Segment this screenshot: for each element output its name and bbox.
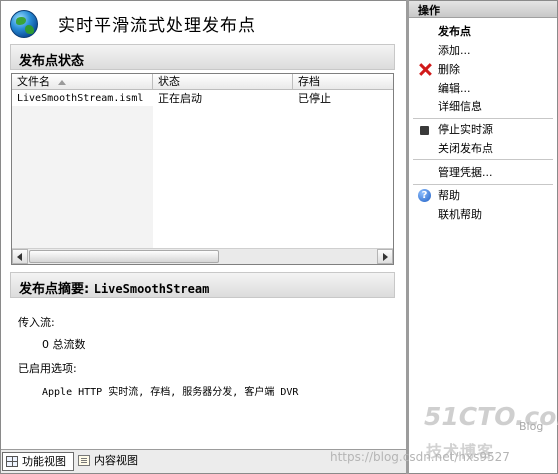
table-row[interactable]: LiveSmoothStream.isml 正在启动 已停止 xyxy=(12,91,393,106)
status-list[interactable]: 文件名 状态 存档 LiveSmoothStream.isml 正在启动 已停止 xyxy=(11,73,394,265)
action-manage-credentials[interactable]: 管理凭据... xyxy=(438,165,493,181)
publishing-point-name: LiveSmoothStream xyxy=(93,282,210,296)
action-online-help[interactable]: 联机帮助 xyxy=(438,207,482,223)
incoming-streams-value: 0 总流数 xyxy=(42,338,86,351)
main-panel: 实时平滑流式处理发布点 发布点状态 文件名 状态 存档 LiveSmoothSt… xyxy=(1,1,406,449)
column-header-filename[interactable]: 文件名 xyxy=(12,74,153,90)
incoming-streams-label: 传入流: xyxy=(18,316,55,329)
page-title: 实时平滑流式处理发布点 xyxy=(58,16,256,36)
column-header-status[interactable]: 状态 xyxy=(153,74,293,90)
cell-filename: LiveSmoothStream.isml xyxy=(17,93,144,104)
page-icon xyxy=(78,455,90,466)
filename-column-shade xyxy=(12,106,153,248)
sort-ascending-icon xyxy=(58,79,66,85)
list-column-headers: 文件名 状态 存档 xyxy=(12,74,393,90)
action-details[interactable]: 详细信息 xyxy=(438,99,482,115)
enabled-options-label: 已启用选项: xyxy=(18,362,77,375)
status-section-header: 发布点状态 xyxy=(10,44,395,70)
actions-separator xyxy=(413,118,553,119)
tab-content-view[interactable]: 内容视图 xyxy=(75,452,145,471)
delete-x-icon xyxy=(418,63,432,77)
cell-archive: 已停止 xyxy=(298,92,331,105)
stop-icon xyxy=(420,126,429,135)
actions-pane: 操作 发布点 添加... 删除 编辑... 详细信息 停止实时源 关闭发布点 管… xyxy=(409,1,557,473)
action-delete[interactable]: 删除 xyxy=(438,62,460,78)
scroll-left-button[interactable] xyxy=(12,249,28,264)
action-help[interactable]: 帮助 xyxy=(438,188,460,204)
action-close-publishing-point[interactable]: 关闭发布点 xyxy=(438,141,493,157)
action-add[interactable]: 添加... xyxy=(438,43,471,59)
view-tabs: 功能视图 内容视图 xyxy=(1,449,406,473)
horizontal-scrollbar[interactable] xyxy=(12,248,393,264)
actions-header: 操作 xyxy=(409,1,557,18)
actions-separator xyxy=(413,159,553,160)
grid-icon xyxy=(6,456,18,467)
action-stop-live-source[interactable]: 停止实时源 xyxy=(438,122,493,138)
help-icon: ? xyxy=(418,189,431,202)
page-header: 实时平滑流式处理发布点 xyxy=(1,1,406,43)
summary-section-title: 发布点摘要: LiveSmoothStream xyxy=(19,282,210,297)
scroll-right-button[interactable] xyxy=(377,249,393,264)
actions-group-publishing-point: 发布点 xyxy=(438,25,471,38)
globe-icon xyxy=(10,10,38,38)
cell-status: 正在启动 xyxy=(158,92,202,105)
tab-features-view[interactable]: 功能视图 xyxy=(2,452,74,471)
scrollbar-thumb[interactable] xyxy=(29,250,219,263)
column-header-archive[interactable]: 存档 xyxy=(293,74,393,90)
action-edit[interactable]: 编辑... xyxy=(438,81,471,97)
actions-separator xyxy=(413,184,553,185)
status-section-title: 发布点状态 xyxy=(19,54,85,69)
summary-section-header: 发布点摘要: LiveSmoothStream xyxy=(10,272,395,298)
enabled-options-value: Apple HTTP 实时流, 存档, 服务器分发, 客户端 DVR xyxy=(42,387,299,398)
